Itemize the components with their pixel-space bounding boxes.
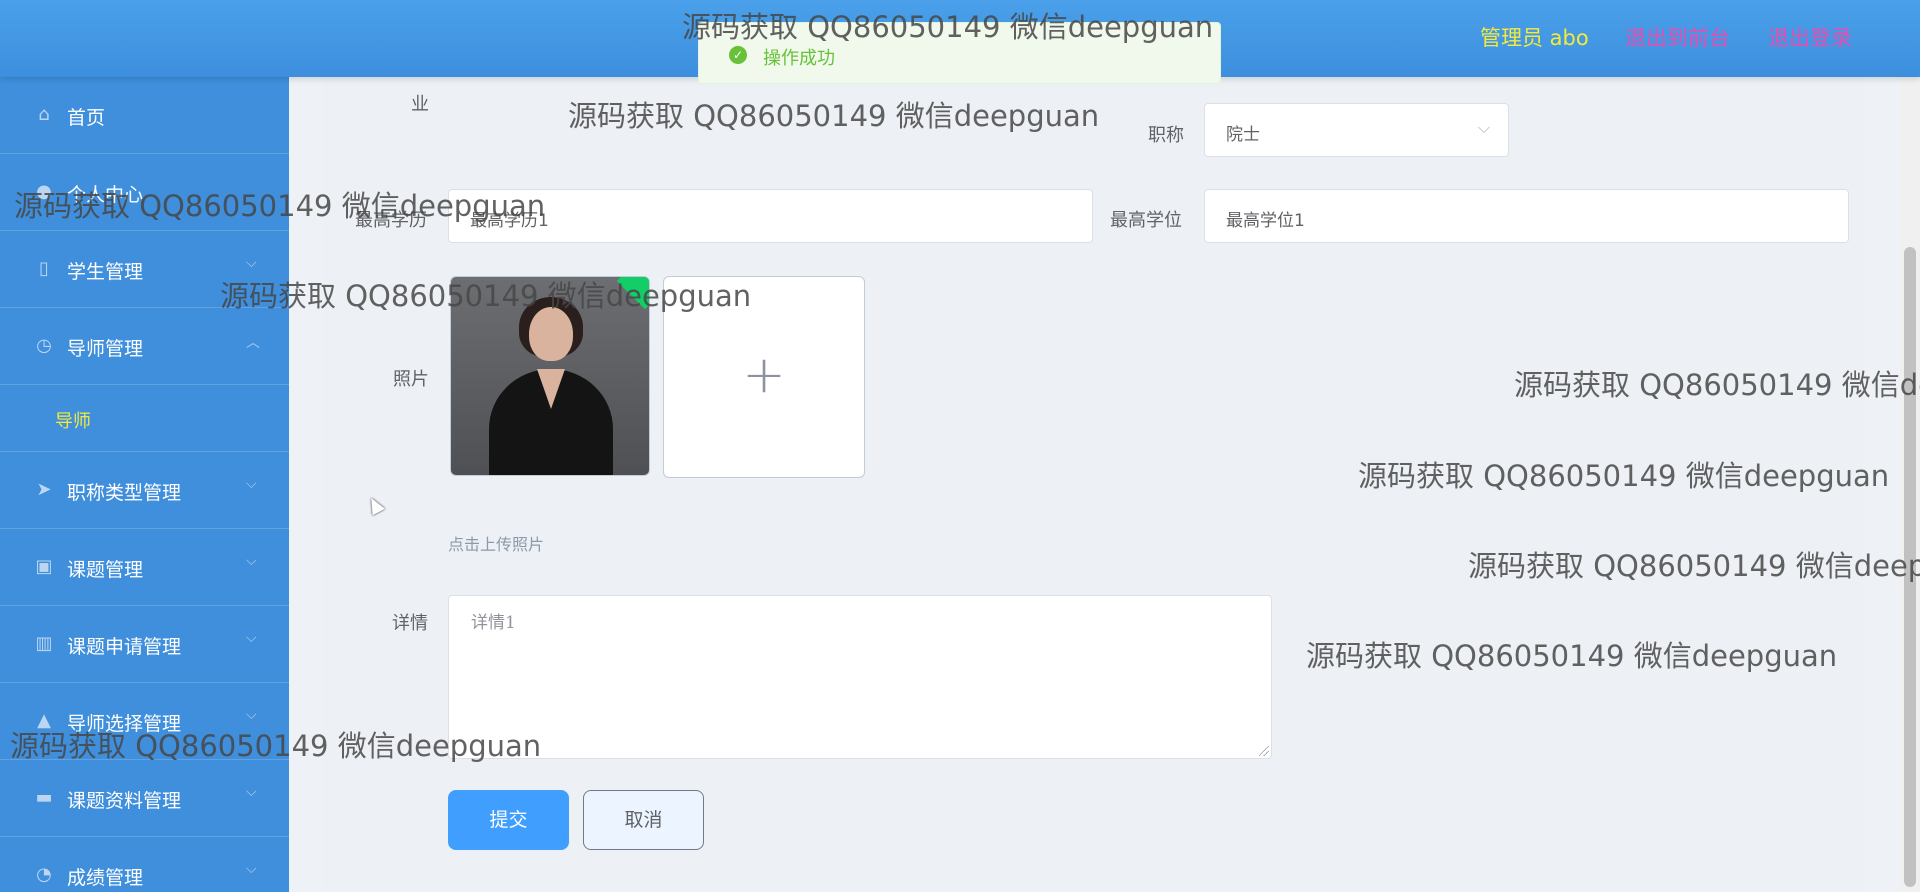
chevron-down-icon: ⌵	[246, 861, 257, 877]
chevron-down-icon: ⌵	[246, 476, 257, 492]
sidebar-item-topic-applications[interactable]: ▥ 课题申请管理 ⌵	[0, 606, 289, 683]
highest-education-value: 最高学历1	[470, 211, 549, 231]
sidebar-item-label: 课题申请管理	[67, 636, 182, 658]
chevron-up-icon: ︿	[246, 335, 260, 351]
success-check-icon: ✓	[729, 46, 747, 64]
sidebar-item-label: 成绩管理	[67, 867, 144, 889]
highest-degree-input[interactable]: 最高学位1	[1204, 189, 1849, 243]
gauge-icon: ◔	[36, 864, 52, 885]
highest-degree-value: 最高学位1	[1226, 211, 1305, 231]
success-toast: ✓ 操作成功	[698, 22, 1221, 84]
chevron-down-icon: ⌵	[246, 784, 257, 800]
sidebar-item-students[interactable]: ▯ 学生管理 ⌵	[0, 231, 289, 308]
send-icon: ➤	[36, 479, 52, 500]
chart-icon: ▥	[35, 633, 53, 654]
clock-icon: ◷	[36, 335, 52, 356]
sidebar-item-label: 导师选择管理	[67, 713, 182, 735]
plus-icon: +	[742, 345, 786, 405]
title-label: 职称	[1148, 125, 1184, 146]
detail-label: 详情	[392, 613, 428, 634]
uploaded-photo-thumbnail[interactable]	[450, 276, 650, 476]
highest-education-label: 最高学历	[355, 210, 427, 231]
phone-icon: ▯	[39, 258, 49, 279]
photo-label: 照片	[393, 369, 429, 390]
detail-value: 详情1	[471, 613, 516, 633]
upload-success-badge-icon	[616, 277, 649, 310]
main-content: 业 职称 院士 ⌵ 最高学历 最高学历1 最高学位 最高学位1 照片	[289, 77, 1920, 892]
sidebar: ⌂ 首页 ● 个人中心 ▯ 学生管理 ⌵ ◷ 导师管理 ︿ 导师 ➤ 职称类型管…	[0, 77, 289, 892]
page-scrollbar[interactable]	[1900, 77, 1920, 892]
sidebar-subitem-tutor[interactable]: 导师	[0, 385, 289, 452]
sidebar-item-label: 导师管理	[67, 338, 144, 360]
sidebar-item-label: 课题资料管理	[67, 790, 182, 812]
photo-figure-face	[529, 307, 573, 361]
sidebar-item-label: 个人中心	[67, 184, 144, 206]
sidebar-item-home[interactable]: ⌂ 首页	[0, 77, 289, 154]
toast-message: 操作成功	[763, 48, 835, 69]
chevron-down-icon: ⌵	[246, 255, 257, 271]
resize-grip-icon[interactable]	[1259, 746, 1269, 756]
sidebar-item-grades[interactable]: ◔ 成绩管理 ⌵	[0, 837, 289, 892]
sidebar-item-tutors[interactable]: ◷ 导师管理 ︿	[0, 308, 289, 385]
user-icon: ●	[36, 181, 52, 202]
sidebar-subitem-label: 导师	[55, 411, 91, 432]
sidebar-item-label: 学生管理	[67, 261, 144, 283]
sidebar-item-tutor-selection[interactable]: ▲ 导师选择管理 ⌵	[0, 683, 289, 760]
cancel-button[interactable]: 取消	[583, 790, 704, 850]
sidebar-item-topics[interactable]: ▣ 课题管理 ⌵	[0, 529, 289, 606]
logout-link[interactable]: 退出登录	[1768, 22, 1852, 52]
clipboard-icon: ▣	[35, 556, 53, 577]
sidebar-item-profile[interactable]: ● 个人中心	[0, 154, 289, 231]
sidebar-item-title-types[interactable]: ➤ 职称类型管理 ⌵	[0, 452, 289, 529]
partial-field-label: 业	[411, 94, 429, 115]
upload-photo-button[interactable]: +	[663, 276, 865, 478]
sidebar-item-label: 职称类型管理	[67, 482, 182, 504]
exit-to-frontend-link[interactable]: 退出到前台	[1625, 22, 1730, 52]
sidebar-item-label: 首页	[67, 107, 106, 129]
lock-icon: ▲	[37, 710, 51, 731]
detail-textarea[interactable]: 详情1	[448, 595, 1272, 759]
chevron-down-icon: ⌵	[246, 553, 257, 569]
chevron-down-icon: ⌵	[246, 707, 257, 723]
highest-education-input[interactable]: 最高学历1	[448, 189, 1093, 243]
chat-icon: ▬	[35, 787, 53, 808]
highest-degree-label: 最高学位	[1110, 210, 1182, 231]
upload-hint: 点击上传照片	[448, 535, 545, 554]
submit-button[interactable]: 提交	[448, 790, 569, 850]
form-panel: 业 职称 院士 ⌵ 最高学历 最高学历1 最高学位 最高学位1 照片	[323, 77, 1863, 892]
chevron-down-icon: ⌵	[1477, 118, 1490, 137]
title-select[interactable]: 院士 ⌵	[1204, 103, 1509, 157]
sidebar-item-label: 课题管理	[67, 559, 144, 581]
sidebar-item-topic-materials[interactable]: ▬ 课题资料管理 ⌵	[0, 760, 289, 837]
admin-user-label: 管理员 abo	[1480, 26, 1589, 50]
scrollbar-thumb[interactable]	[1904, 247, 1916, 887]
title-select-value: 院士	[1226, 125, 1260, 145]
chevron-down-icon: ⌵	[246, 630, 257, 646]
home-icon: ⌂	[38, 104, 50, 125]
